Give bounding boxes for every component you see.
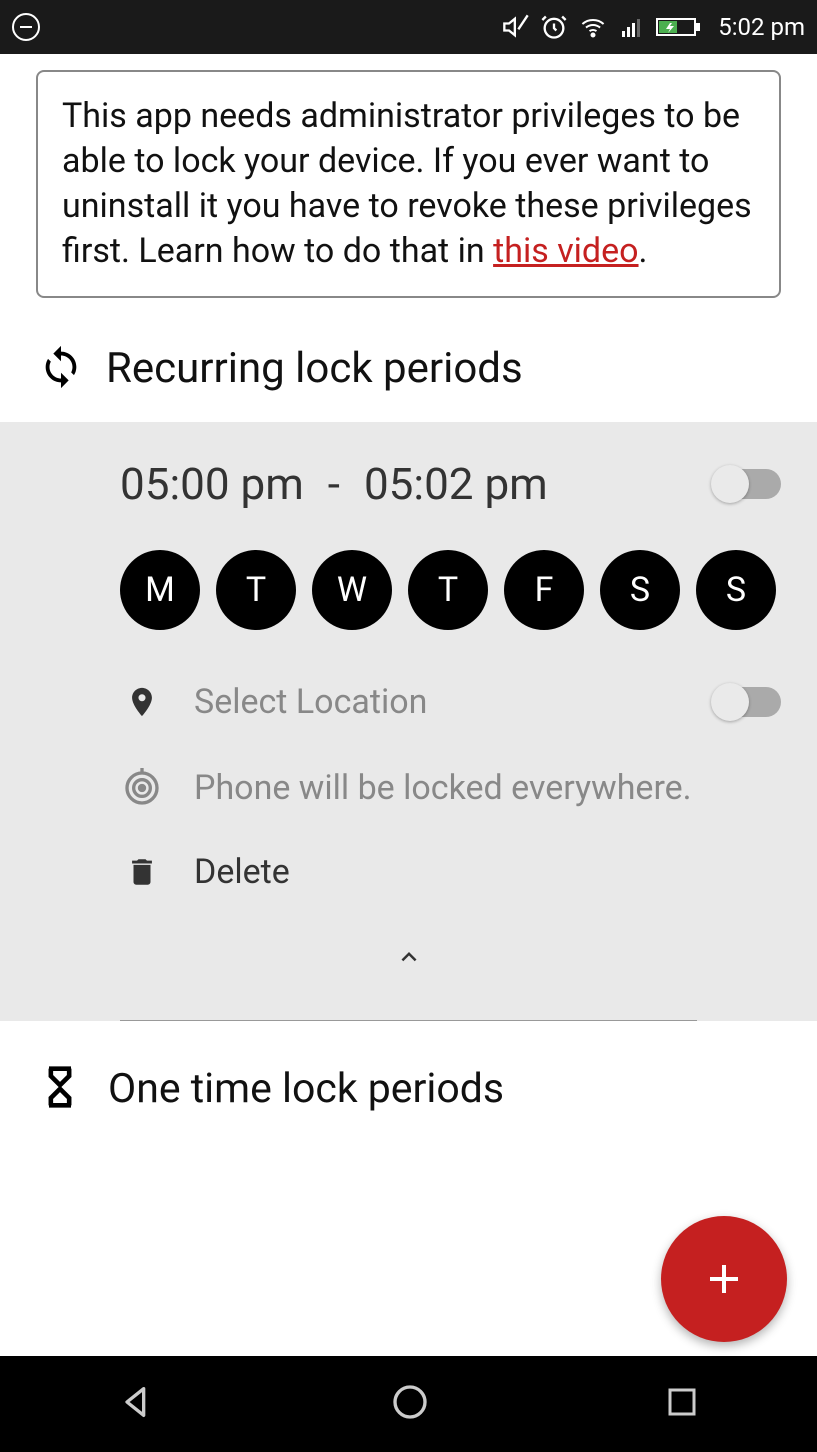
- day-tuesday[interactable]: T: [216, 550, 296, 630]
- onetime-title: One time lock periods: [108, 1065, 504, 1113]
- admin-privileges-info: This app needs administrator privileges …: [36, 70, 781, 298]
- refresh-icon: [38, 344, 84, 394]
- select-location-row[interactable]: Select Location: [0, 658, 817, 746]
- this-video-link[interactable]: this video: [493, 231, 638, 271]
- mute-icon: [502, 13, 530, 41]
- recents-button[interactable]: [664, 1384, 700, 1424]
- select-location-label: Select Location: [194, 682, 427, 722]
- info-text-after: .: [639, 231, 648, 271]
- add-period-fab[interactable]: [661, 1216, 787, 1342]
- signal-icon: [618, 15, 646, 39]
- hourglass-icon: [38, 1061, 82, 1117]
- trash-icon: [120, 852, 164, 892]
- location-toggle[interactable]: [713, 687, 781, 717]
- day-monday[interactable]: M: [120, 550, 200, 630]
- delete-row[interactable]: Delete: [0, 830, 817, 914]
- back-button[interactable]: [117, 1382, 157, 1426]
- period-enable-toggle[interactable]: [713, 469, 781, 499]
- day-sunday[interactable]: S: [696, 550, 776, 630]
- info-text-before: This app needs administrator privileges …: [62, 96, 752, 271]
- recurring-title: Recurring lock periods: [106, 344, 523, 393]
- wifi-icon: [578, 15, 608, 39]
- target-icon: [120, 768, 164, 808]
- day-wednesday[interactable]: W: [312, 550, 392, 630]
- days-row: M T W T F S S: [0, 532, 817, 658]
- recurring-period-card: 05:00 pm - 05:02 pm M T W T F S S Select…: [0, 422, 817, 1021]
- locked-everywhere-row: Phone will be locked everywhere.: [0, 746, 817, 830]
- location-pin-icon: [120, 680, 164, 724]
- status-time: 5:02 pm: [718, 13, 805, 41]
- onetime-section-header: One time lock periods: [0, 1021, 817, 1157]
- delete-label: Delete: [194, 852, 290, 892]
- status-bar: 5:02 pm: [0, 0, 817, 54]
- day-friday[interactable]: F: [504, 550, 584, 630]
- day-thursday[interactable]: T: [408, 550, 488, 630]
- plus-icon: [700, 1255, 748, 1303]
- end-time[interactable]: 05:02 pm: [364, 458, 548, 510]
- time-separator: -: [328, 458, 340, 510]
- dnd-icon: [12, 13, 40, 41]
- chevron-up-icon: [385, 942, 433, 972]
- battery-icon: [656, 15, 702, 39]
- day-saturday[interactable]: S: [600, 550, 680, 630]
- locked-everywhere-label: Phone will be locked everywhere.: [194, 768, 692, 808]
- home-button[interactable]: [390, 1382, 430, 1426]
- start-time[interactable]: 05:00 pm: [120, 458, 304, 510]
- alarm-icon: [540, 13, 568, 41]
- navigation-bar: [0, 1356, 817, 1452]
- collapse-button[interactable]: [0, 914, 817, 1020]
- recurring-section-header: Recurring lock periods: [0, 326, 817, 422]
